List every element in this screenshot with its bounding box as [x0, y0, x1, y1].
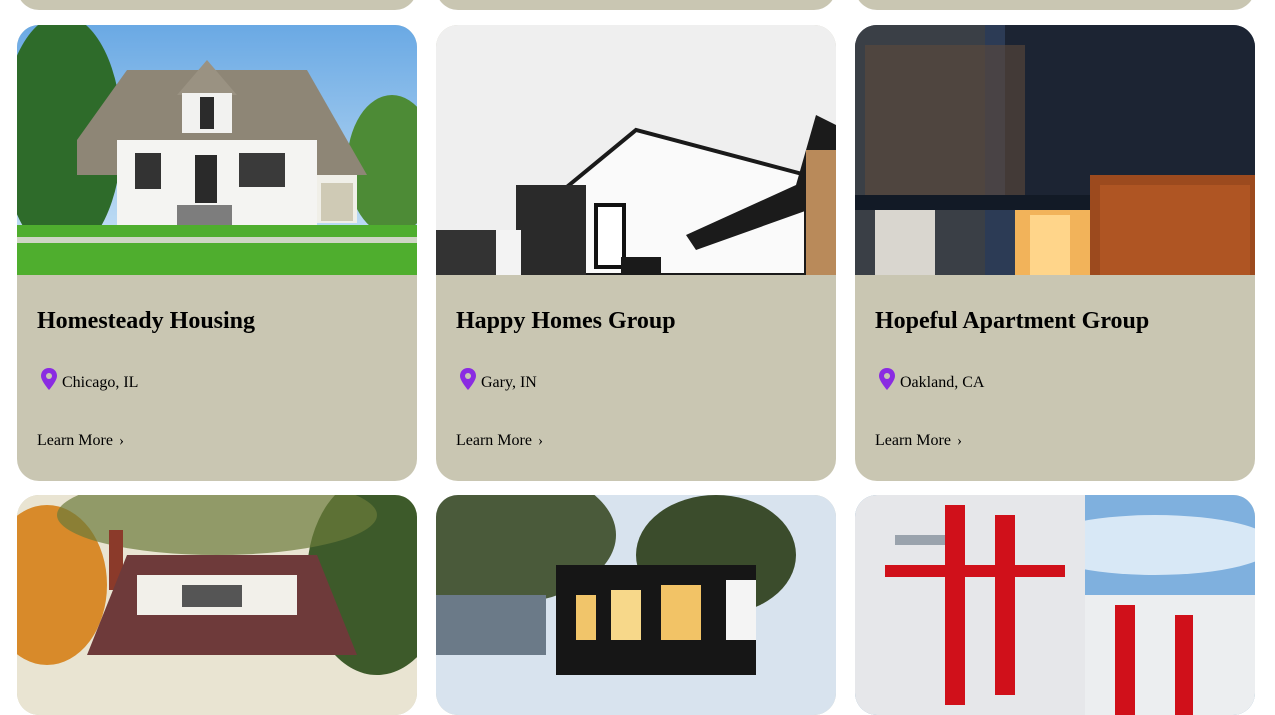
learn-more-link[interactable]: Learn More ›: [456, 432, 543, 450]
learn-more-link[interactable]: Learn More ›: [37, 432, 124, 450]
card-title: Happy Homes Group: [456, 308, 676, 334]
listing-card: Homesteady Housing Chicago, IL Learn Mor…: [17, 25, 417, 481]
chevron-right-icon: ›: [956, 433, 962, 449]
chevron-right-icon: ›: [537, 433, 543, 449]
listing-card-partial: [17, 0, 417, 10]
listing-photo: [436, 495, 836, 715]
listing-photo: [17, 495, 417, 715]
listing-card-partial: [436, 0, 836, 10]
card-location: Chicago, IL: [40, 368, 138, 392]
learn-more-label: Learn More: [37, 432, 113, 449]
card-location: Gary, IN: [459, 368, 537, 392]
learn-more-link[interactable]: Learn More ›: [875, 432, 962, 450]
listing-photo: [855, 495, 1255, 715]
listing-photo: [855, 25, 1255, 275]
listing-card-partial: [855, 0, 1255, 10]
listing-card: Hopeful Apartment Group Oakland, CA Lear…: [855, 25, 1255, 481]
location-pin-icon: [879, 368, 895, 390]
listing-card: [855, 495, 1255, 715]
chevron-right-icon: ›: [118, 433, 124, 449]
card-title: Homesteady Housing: [37, 308, 256, 334]
listing-card: [17, 495, 417, 715]
listing-card: Happy Homes Group Gary, IN Learn More ›: [436, 25, 836, 481]
location-pin-icon: [41, 368, 57, 390]
card-title: Hopeful Apartment Group: [875, 308, 1150, 334]
card-location: Oakland, CA: [878, 368, 984, 392]
learn-more-label: Learn More: [875, 432, 951, 449]
listing-card: [436, 495, 836, 715]
listing-photo: [17, 25, 417, 275]
location-text: Oakland, CA: [900, 374, 985, 391]
location-pin-icon: [460, 368, 476, 390]
listing-photo: [436, 25, 836, 275]
location-text: Chicago, IL: [62, 374, 139, 391]
location-text: Gary, IN: [481, 374, 537, 391]
learn-more-label: Learn More: [456, 432, 532, 449]
